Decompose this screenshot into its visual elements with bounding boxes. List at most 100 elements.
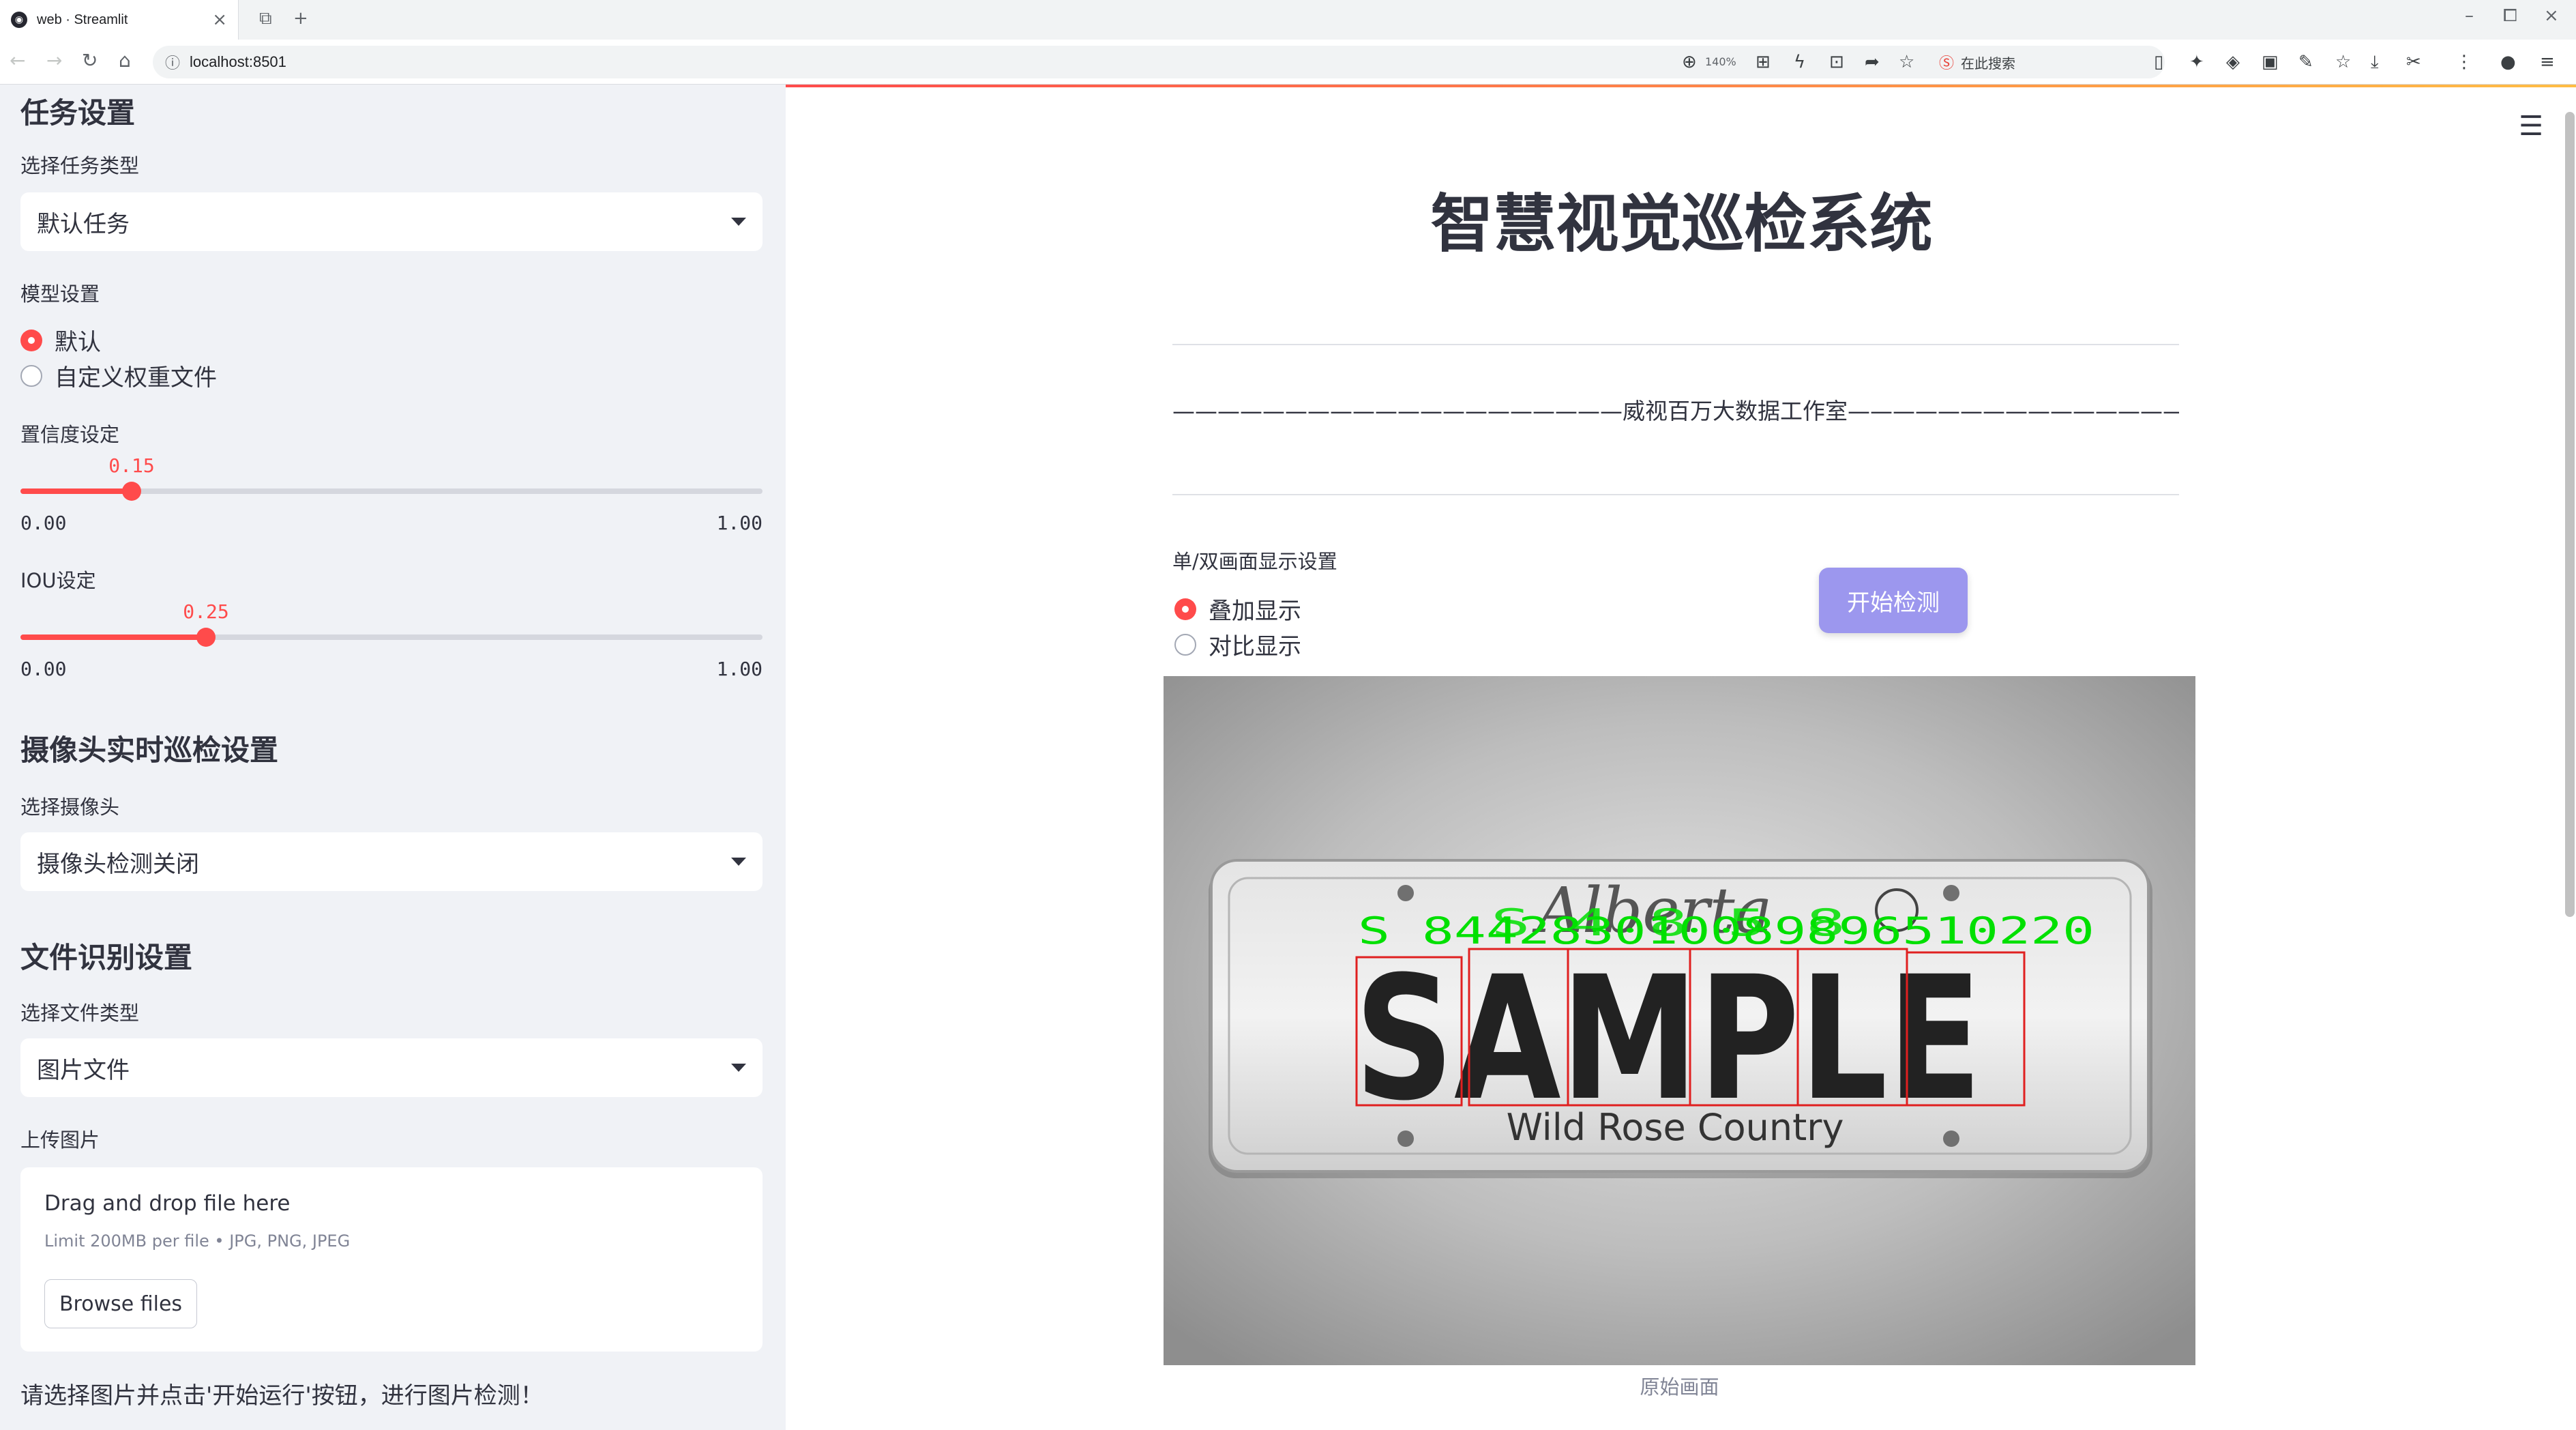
radio-display-compare[interactable]: 对比显示 bbox=[1174, 628, 1301, 661]
iou-slider[interactable] bbox=[20, 628, 763, 647]
detection-labels-overlap: S 4 8 5 8 bbox=[1491, 901, 1846, 944]
radio-model-custom[interactable]: 自定义权重文件 bbox=[20, 359, 217, 392]
camera-select-label: 选择摄像头 bbox=[20, 796, 120, 819]
extension4-icon[interactable]: ✎ bbox=[2298, 52, 2313, 72]
divider bbox=[1172, 344, 2179, 345]
extension-icon[interactable]: ✦ bbox=[2189, 52, 2204, 72]
sidebar-hint: 请选择图片并点击'开始运行'按钮，进行图片检测！ bbox=[20, 1382, 544, 1410]
radio-display-overlay[interactable]: 叠加显示 bbox=[1174, 592, 1301, 626]
dropzone-limit: Limit 200MB per file • JPG, PNG, JPEG bbox=[44, 1231, 351, 1251]
chevron-down-icon bbox=[731, 218, 746, 226]
sidebar: 任务设置 选择任务类型 默认任务 模型设置 默认 自定义权重文件 置信度设定 0… bbox=[0, 85, 786, 1430]
file-type-label: 选择文件类型 bbox=[20, 1002, 140, 1025]
upload-label: 上传图片 bbox=[20, 1128, 100, 1152]
confidence-max: 1.00 bbox=[716, 512, 763, 534]
screenshot-icon[interactable]: ⊡ bbox=[1829, 52, 1844, 72]
license-plate-image: Alberta SAMPLE Wild Rose Country S 84428… bbox=[1164, 676, 2195, 1365]
search-input[interactable]: Ⓢ 在此搜索 bbox=[1939, 49, 2144, 75]
slider-fill bbox=[20, 634, 206, 640]
new-tab-icon[interactable]: + bbox=[293, 8, 308, 29]
file-type-value: 图片文件 bbox=[37, 1056, 130, 1084]
confidence-min: 0.00 bbox=[20, 512, 67, 534]
slider-thumb[interactable] bbox=[122, 482, 142, 501]
browser-tab[interactable]: ◉ web · Streamlit × bbox=[0, 0, 239, 40]
page-title-text: 智慧视觉巡检系统 bbox=[1430, 188, 1933, 261]
display-settings-label: 单/双画面显示设置 bbox=[1172, 550, 1337, 573]
radio-model-default[interactable]: 默认 bbox=[20, 323, 101, 357]
iou-label: IOU设定 bbox=[20, 569, 96, 592]
radio-label: 叠加显示 bbox=[1209, 598, 1301, 625]
radio-checked-icon bbox=[1174, 598, 1196, 620]
radio-checked-icon bbox=[20, 329, 42, 351]
task-type-value: 默认任务 bbox=[37, 210, 130, 238]
chevron-down-icon bbox=[731, 858, 746, 866]
radio-unchecked-icon bbox=[1174, 633, 1196, 656]
home-icon[interactable]: ⌂ bbox=[119, 49, 131, 72]
file-type-select[interactable]: 图片文件 bbox=[20, 1038, 763, 1097]
search-placeholder: 在此搜索 bbox=[1961, 55, 2016, 72]
avatar-icon[interactable]: ● bbox=[2500, 52, 2516, 72]
close-window-icon[interactable]: × bbox=[2544, 5, 2559, 26]
extension2-icon[interactable]: ◈ bbox=[2226, 52, 2240, 72]
tab-title: web · Streamlit bbox=[37, 12, 128, 27]
info-icon[interactable]: ⓘ bbox=[165, 51, 180, 73]
mobile-icon[interactable]: ▯ bbox=[2154, 52, 2163, 72]
restore-icon[interactable]: ⧠ bbox=[2503, 5, 2517, 27]
dropzone-title: Drag and drop file here bbox=[44, 1191, 291, 1216]
start-detection-button[interactable]: 开始检测 bbox=[1819, 568, 1968, 633]
download-icon[interactable]: ⤓ bbox=[2371, 52, 2379, 73]
zoom-level: 140% bbox=[1705, 55, 1736, 68]
image-caption: 原始画面 bbox=[1640, 1375, 1719, 1399]
radio-unchecked-icon bbox=[20, 364, 42, 387]
translate-icon[interactable]: ⊞ bbox=[1756, 52, 1771, 72]
main-content: ☰ 智慧视觉巡检系统 ————————————————————威视百万大数据工作… bbox=[786, 85, 2576, 1430]
slider-thumb[interactable] bbox=[196, 628, 216, 647]
confidence-label: 置信度设定 bbox=[20, 423, 120, 446]
bolt-icon[interactable]: ϟ bbox=[1794, 52, 1805, 72]
reload-icon[interactable]: ↻ bbox=[82, 49, 98, 72]
extension3-icon[interactable]: ▣ bbox=[2262, 52, 2279, 72]
camera-settings-heading: 摄像头实时巡检设置 bbox=[20, 733, 279, 767]
search-engine-icon: Ⓢ bbox=[1939, 55, 1955, 72]
scissors-icon[interactable]: ✂ bbox=[2406, 52, 2421, 72]
confidence-slider[interactable] bbox=[20, 482, 763, 501]
back-icon[interactable]: ← bbox=[10, 49, 25, 72]
radio-label: 对比显示 bbox=[1209, 633, 1301, 660]
browser-tab-bar: ◉ web · Streamlit × ⧉ + – ⧠ × bbox=[0, 0, 2576, 40]
top-decoration bbox=[786, 85, 2576, 87]
radio-label: 默认 bbox=[55, 329, 101, 356]
bookmark-star-icon[interactable]: ☆ bbox=[1899, 52, 1914, 72]
task-type-select[interactable]: 默认任务 bbox=[20, 192, 763, 251]
share-icon[interactable]: ➦ bbox=[1865, 52, 1880, 72]
more-icon[interactable]: ⋮ bbox=[2455, 52, 2473, 72]
address-bar: ← → ↻ ⌂ ⓘ localhost:8501 ⊕ 140% ⊞ ϟ ⊡ ➦ … bbox=[0, 40, 2576, 85]
camera-select[interactable]: 摄像头检测关闭 bbox=[20, 832, 763, 891]
plate-bottom-text: Wild Rose Country bbox=[1507, 1106, 1844, 1149]
main-menu-icon[interactable]: ☰ bbox=[2519, 111, 2543, 142]
zoom-icon[interactable]: ⊕ bbox=[1682, 52, 1697, 72]
iou-min: 0.00 bbox=[20, 658, 67, 680]
forward-icon[interactable]: → bbox=[46, 49, 62, 72]
studio-banner: ————————————————————威视百万大数据工作室——————————… bbox=[1172, 398, 2179, 424]
streamlit-favicon-icon: ◉ bbox=[11, 12, 27, 28]
divider bbox=[1172, 494, 2179, 495]
confidence-value: 0.15 bbox=[108, 454, 155, 477]
close-tab-icon[interactable]: × bbox=[212, 10, 227, 30]
page-title: 智慧视觉巡检系统 bbox=[786, 173, 2576, 264]
iou-value: 0.25 bbox=[183, 600, 229, 623]
camera-value: 摄像头检测关闭 bbox=[37, 850, 199, 878]
chevron-down-icon bbox=[731, 1064, 746, 1072]
file-settings-heading: 文件识别设置 bbox=[20, 941, 193, 974]
browse-files-button[interactable]: Browse files bbox=[44, 1279, 197, 1328]
menu-icon[interactable]: ≡ bbox=[2540, 52, 2555, 72]
tab-group-icon[interactable]: ⧉ bbox=[259, 8, 272, 29]
favorites-icon[interactable]: ☆ bbox=[2335, 52, 2351, 72]
file-dropzone[interactable]: Drag and drop file here Limit 200MB per … bbox=[20, 1167, 763, 1352]
task-type-label: 选择任务类型 bbox=[20, 154, 140, 177]
url-text: localhost:8501 bbox=[190, 53, 286, 70]
radio-label: 自定义权重文件 bbox=[55, 364, 217, 392]
detection-image: Alberta SAMPLE Wild Rose Country S 84428… bbox=[1164, 676, 2195, 1365]
minimize-icon[interactable]: – bbox=[2465, 5, 2474, 26]
task-settings-heading: 任务设置 bbox=[20, 96, 136, 130]
url-field[interactable]: ⓘ localhost:8501 bbox=[153, 46, 2165, 78]
